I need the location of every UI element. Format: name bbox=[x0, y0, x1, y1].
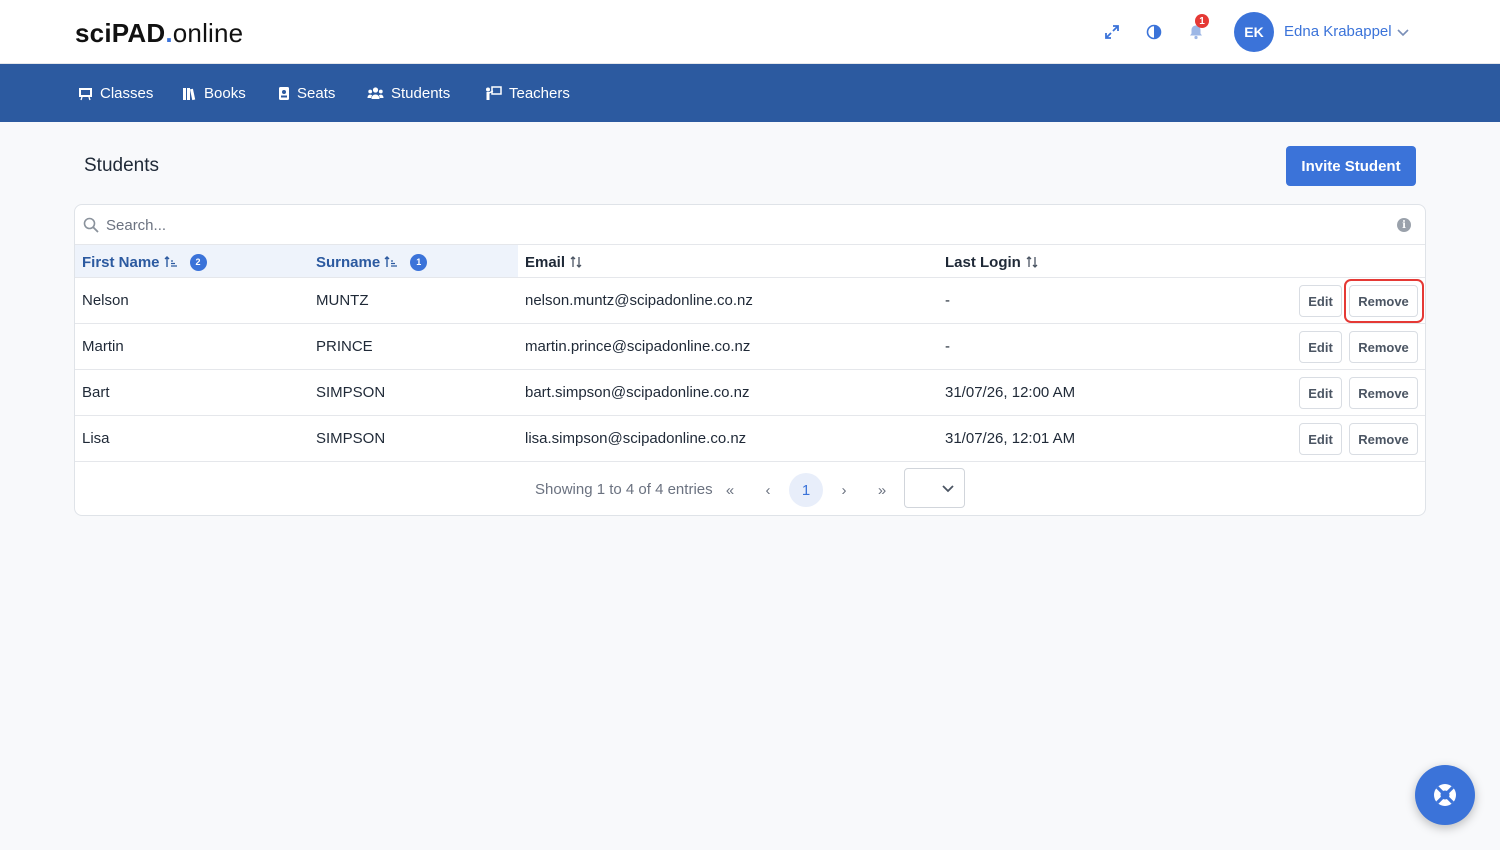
first-page-button[interactable]: « bbox=[713, 473, 747, 507]
cell-surname: PRINCE bbox=[316, 338, 373, 355]
cell-email: martin.prince@scipadonline.co.nz bbox=[525, 338, 751, 355]
next-page-button[interactable]: › bbox=[827, 473, 861, 507]
nav-label: Classes bbox=[100, 84, 154, 102]
books-icon bbox=[183, 87, 196, 100]
nav-item-teachers[interactable]: Teachers bbox=[485, 83, 570, 103]
chevron-down-icon bbox=[942, 485, 954, 493]
remove-button[interactable]: Remove bbox=[1349, 331, 1418, 363]
sort-asc-icon bbox=[164, 256, 177, 267]
edit-button[interactable]: Edit bbox=[1299, 423, 1342, 455]
sort-asc-icon bbox=[384, 256, 398, 267]
cell-surname: MUNTZ bbox=[316, 292, 369, 309]
entries-summary: Showing 1 to 4 of 4 entries bbox=[535, 481, 713, 498]
table-row: Bart SIMPSON bart.simpson@scipadonline.c… bbox=[75, 370, 1425, 416]
cell-last-login: 31/07/26, 12:01 AM bbox=[945, 430, 1076, 447]
cell-last-login: 31/07/26, 12:00 AM bbox=[945, 384, 1076, 401]
remove-button[interactable]: Remove bbox=[1349, 423, 1418, 455]
logo-text-bold: sciPAD bbox=[75, 18, 166, 48]
cell-surname: SIMPSON bbox=[316, 384, 386, 401]
main-nav: Classes Books Seats Students Teachers bbox=[0, 64, 1500, 122]
students-table-card: i First Name 2 Surname 1 Email Last Logi… bbox=[74, 204, 1426, 516]
edit-button[interactable]: Edit bbox=[1299, 377, 1342, 409]
nav-item-seats[interactable]: Seats bbox=[278, 83, 335, 103]
invite-student-button[interactable]: Invite Student bbox=[1286, 146, 1416, 186]
logo-text-light: online bbox=[172, 18, 244, 48]
logo-dot: . bbox=[165, 18, 173, 48]
nav-label: Teachers bbox=[509, 84, 570, 102]
fullscreen-icon[interactable] bbox=[1102, 22, 1122, 42]
cell-email: lisa.simpson@scipadonline.co.nz bbox=[525, 430, 747, 447]
sort-both-icon bbox=[570, 256, 582, 268]
edit-button[interactable]: Edit bbox=[1299, 285, 1342, 317]
chevron-down-icon[interactable] bbox=[1396, 25, 1410, 43]
search-icon bbox=[83, 217, 99, 238]
last-page-button[interactable]: » bbox=[865, 473, 899, 507]
search-input[interactable] bbox=[106, 214, 706, 236]
page-title: Students bbox=[84, 155, 159, 176]
help-lifebuoy-button[interactable] bbox=[1415, 765, 1475, 825]
cell-first-name: Martin bbox=[82, 338, 124, 355]
remove-button[interactable]: Remove bbox=[1349, 285, 1418, 317]
nav-label: Seats bbox=[297, 84, 336, 102]
table-row: Nelson MUNTZ nelson.muntz@scipadonline.c… bbox=[75, 278, 1425, 324]
users-icon bbox=[367, 86, 384, 99]
search-bar: i bbox=[75, 205, 1425, 245]
table-row: Martin PRINCE martin.prince@scipadonline… bbox=[75, 324, 1425, 370]
column-header-email[interactable]: Email bbox=[525, 253, 583, 271]
column-header-first-name[interactable]: First Name 2 bbox=[82, 253, 207, 271]
easel-icon bbox=[79, 87, 92, 100]
nav-item-students[interactable]: Students bbox=[367, 83, 450, 103]
column-label: Surname bbox=[316, 253, 381, 271]
nav-item-classes[interactable]: Classes bbox=[78, 83, 153, 103]
user-avatar[interactable]: EK bbox=[1234, 12, 1274, 52]
column-label: Last Login bbox=[945, 253, 1021, 271]
nav-label: Books bbox=[204, 84, 246, 102]
badge-icon bbox=[279, 86, 289, 100]
table-header: First Name 2 Surname 1 Email Last Login bbox=[75, 245, 1425, 278]
rows-per-page-select[interactable] bbox=[904, 468, 965, 508]
user-name[interactable]: Edna Krabappel bbox=[1284, 23, 1392, 40]
cell-last-login: - bbox=[945, 292, 950, 309]
logo[interactable]: sciPAD.online bbox=[75, 18, 243, 49]
teacher-icon bbox=[486, 85, 502, 100]
column-header-last-login[interactable]: Last Login bbox=[945, 253, 1039, 271]
nav-item-books[interactable]: Books bbox=[182, 83, 246, 103]
info-icon[interactable]: i bbox=[1397, 218, 1411, 232]
cell-last-login: - bbox=[945, 338, 950, 355]
cell-email: nelson.muntz@scipadonline.co.nz bbox=[525, 292, 753, 309]
remove-button[interactable]: Remove bbox=[1349, 377, 1418, 409]
contrast-toggle-icon[interactable] bbox=[1144, 22, 1164, 42]
pagination: Showing 1 to 4 of 4 entries « ‹ 1 › » bbox=[75, 461, 1425, 515]
nav-label: Students bbox=[391, 84, 451, 102]
page-1-button[interactable]: 1 bbox=[789, 473, 823, 507]
column-label: First Name bbox=[82, 253, 160, 271]
cell-surname: SIMPSON bbox=[316, 430, 386, 447]
prev-page-button[interactable]: ‹ bbox=[751, 473, 785, 507]
cell-first-name: Bart bbox=[82, 384, 110, 401]
top-header: sciPAD.online 1 EK Edna Krabappel bbox=[0, 0, 1500, 64]
sort-order-badge: 1 bbox=[410, 253, 428, 271]
sort-both-icon bbox=[1026, 256, 1038, 268]
table-row: Lisa SIMPSON lisa.simpson@scipadonline.c… bbox=[75, 416, 1425, 462]
cell-first-name: Lisa bbox=[82, 430, 110, 447]
cell-first-name: Nelson bbox=[82, 292, 129, 309]
lifebuoy-icon bbox=[1434, 784, 1456, 806]
edit-button[interactable]: Edit bbox=[1299, 331, 1342, 363]
column-label: Email bbox=[525, 253, 566, 271]
column-header-surname[interactable]: Surname 1 bbox=[316, 253, 428, 271]
cell-email: bart.simpson@scipadonline.co.nz bbox=[525, 384, 750, 401]
sort-order-badge: 2 bbox=[189, 253, 207, 271]
notification-count-badge: 1 bbox=[1195, 14, 1209, 28]
